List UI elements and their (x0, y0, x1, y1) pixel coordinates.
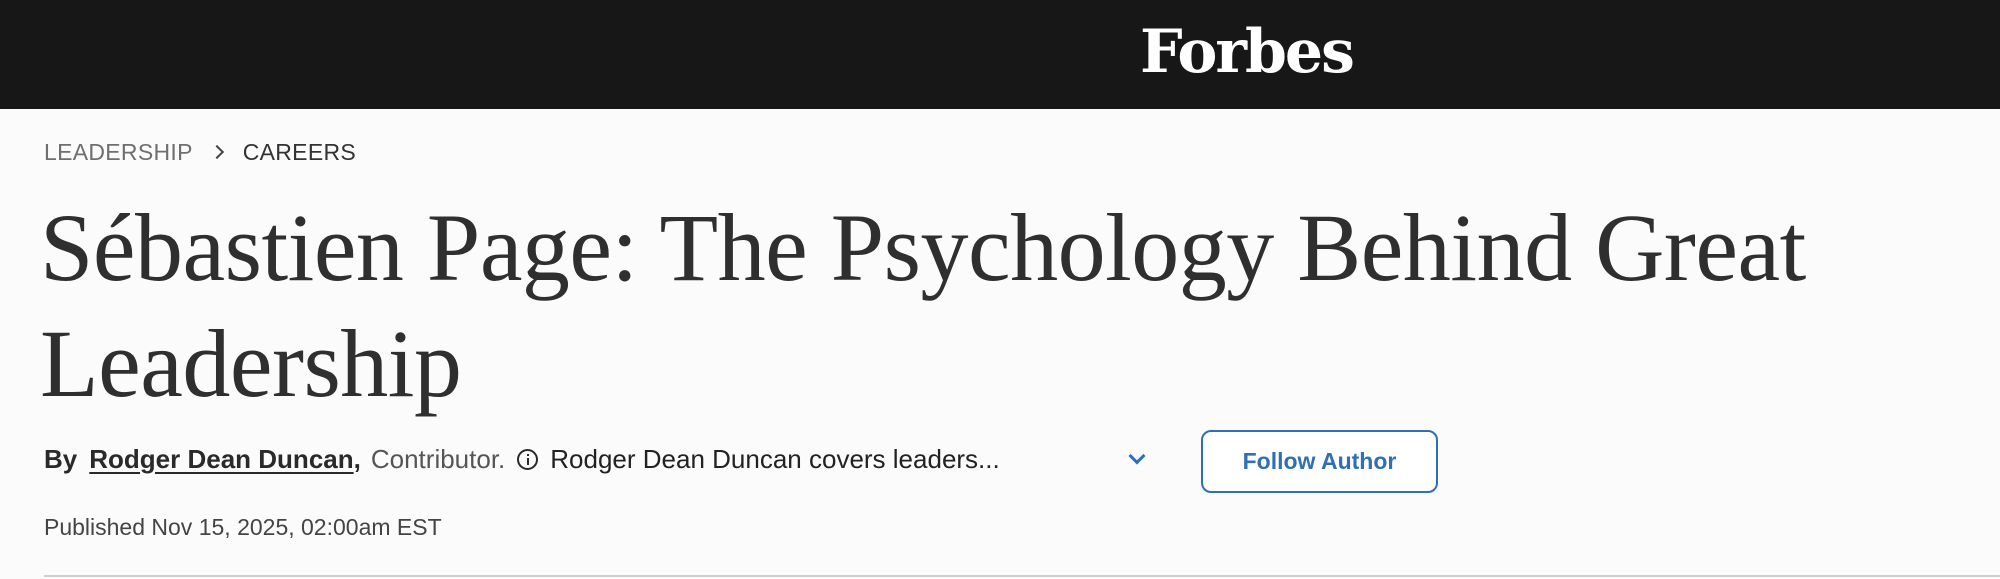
byline-comma: , (353, 443, 361, 474)
chevron-right-icon (211, 145, 225, 159)
author-bio-snippet: Rodger Dean Duncan covers leaders... (550, 443, 1000, 474)
byline: By Rodger Dean Duncan , Contributor. Rod… (44, 441, 1000, 477)
article-headline: Sébastien Page: The Psychology Behind Gr… (40, 194, 1806, 417)
author-role: Contributor. (370, 443, 506, 474)
site-header: Forbes (0, 0, 2000, 109)
chevron-down-icon[interactable] (1124, 446, 1150, 472)
breadcrumb-leadership[interactable]: LEADERSHIP (44, 139, 193, 166)
follow-author-button[interactable]: Follow Author (1201, 430, 1438, 493)
author-link[interactable]: Rodger Dean Duncan (89, 444, 353, 475)
breadcrumb: LEADERSHIP CAREERS (44, 137, 356, 167)
info-icon[interactable] (517, 448, 539, 470)
divider (44, 575, 2000, 577)
publish-date: Published Nov 15, 2025, 02:00am EST (44, 514, 442, 540)
byline-prefix: By (44, 443, 78, 474)
breadcrumb-careers[interactable]: CAREERS (243, 139, 356, 166)
forbes-logo[interactable]: Forbes (1140, 16, 1360, 88)
